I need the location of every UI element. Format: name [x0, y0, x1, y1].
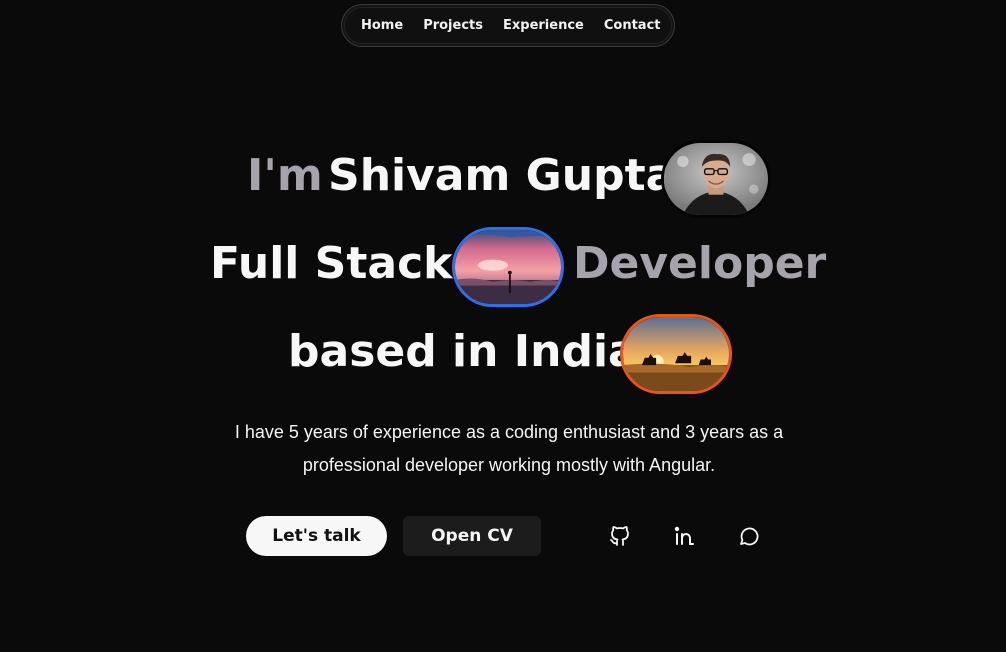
headline-line-3: based in India [0, 322, 1006, 382]
chat-icon[interactable] [735, 522, 763, 550]
lets-talk-button[interactable]: Let's talk [246, 516, 387, 556]
page: Home Projects Experience Contact I'm Shi… [0, 0, 1006, 652]
open-cv-button[interactable]: Open CV [403, 516, 541, 556]
nav-projects-link[interactable]: Projects [413, 14, 493, 37]
avatar [661, 140, 771, 218]
linkedin-icon[interactable] [671, 522, 699, 550]
headline-line-1: I'm Shivam Gupta [0, 146, 1006, 206]
hero-description-line-2: professional developer working mostly wi… [302, 455, 716, 475]
hero-description-line-1: I have 5 years of experience as a coding… [234, 422, 784, 442]
top-nav: Home Projects Experience Contact [341, 4, 675, 47]
desert-camels-image [620, 314, 732, 394]
github-icon[interactable] [606, 522, 634, 550]
nav-inner: Home Projects Experience Contact [344, 7, 672, 44]
nav-home-link[interactable]: Home [351, 14, 413, 37]
hero-description: I have 5 years of experience as a coding… [150, 416, 868, 482]
headline-role-full-stack: Full Stack [210, 238, 453, 289]
sunset-beach-image [452, 227, 564, 307]
headline-name: Shivam Gupta [328, 150, 676, 201]
nav-contact-link[interactable]: Contact [594, 14, 671, 37]
headline-im: I'm [247, 150, 323, 201]
nav-experience-link[interactable]: Experience [493, 14, 594, 37]
headline-role-developer: Developer [573, 238, 827, 289]
headline-location: based in India [288, 326, 638, 377]
